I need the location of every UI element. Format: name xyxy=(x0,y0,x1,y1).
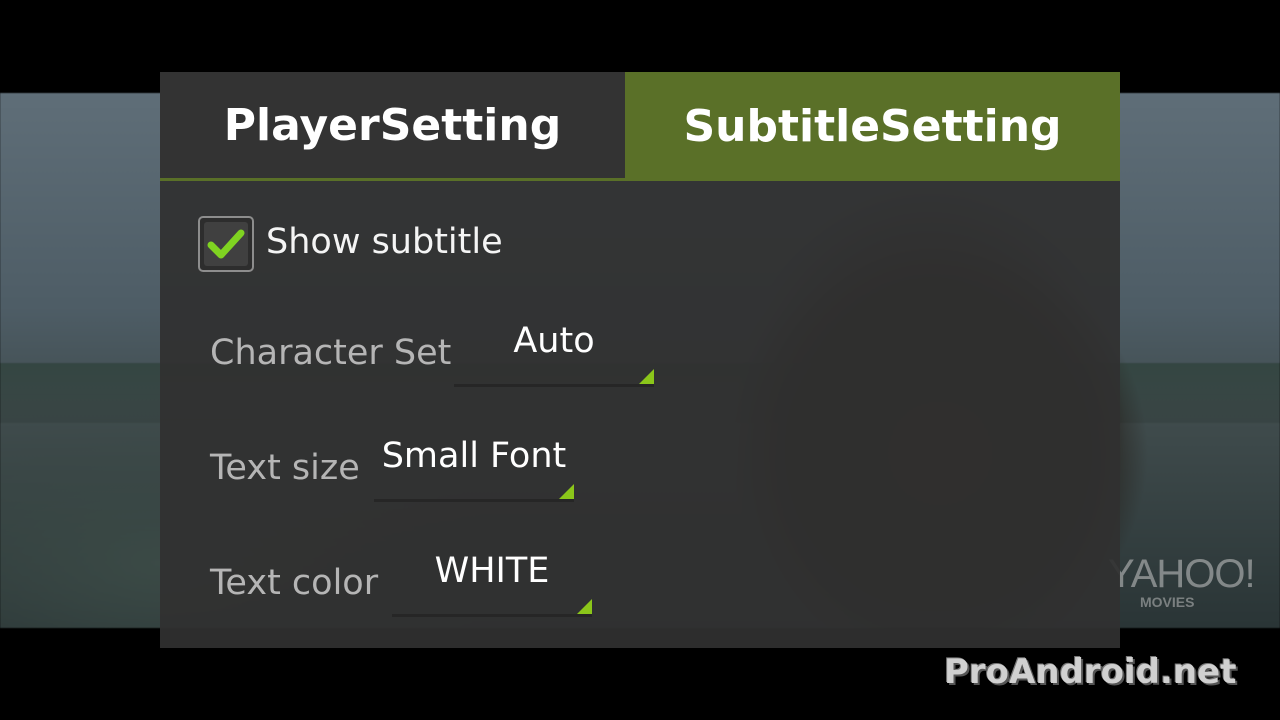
tab-bar: PlayerSetting SubtitleSetting xyxy=(160,72,1120,181)
subtitle-settings-dialog: PlayerSetting SubtitleSetting Show subti… xyxy=(160,72,1120,648)
character-set-spinner[interactable]: Auto xyxy=(454,321,654,387)
checkmark-icon xyxy=(207,229,245,259)
text-size-value: Small Font xyxy=(381,436,567,476)
text-size-spinner[interactable]: Small Font xyxy=(374,436,574,502)
show-subtitle-label: Show subtitle xyxy=(266,222,503,262)
dropdown-indicator-icon xyxy=(639,369,654,384)
text-color-value: WHITE xyxy=(434,551,550,591)
site-watermark: ProAndroid.net xyxy=(944,652,1237,692)
character-set-label: Character Set xyxy=(210,333,452,373)
yahoo-watermark: YAHOO! xyxy=(1108,552,1256,596)
yahoo-watermark-sub: MOVIES xyxy=(1140,594,1195,610)
tab-player-setting[interactable]: PlayerSetting xyxy=(160,72,625,178)
dropdown-indicator-icon xyxy=(577,599,592,614)
text-size-label: Text size xyxy=(210,448,360,488)
tab-subtitle-setting[interactable]: SubtitleSetting xyxy=(625,72,1120,181)
show-subtitle-checkbox[interactable] xyxy=(198,216,254,272)
text-color-spinner[interactable]: WHITE xyxy=(392,551,592,617)
character-set-value: Auto xyxy=(513,321,595,361)
text-color-label: Text color xyxy=(210,563,379,603)
tab-underline xyxy=(160,178,625,181)
dropdown-indicator-icon xyxy=(559,484,574,499)
